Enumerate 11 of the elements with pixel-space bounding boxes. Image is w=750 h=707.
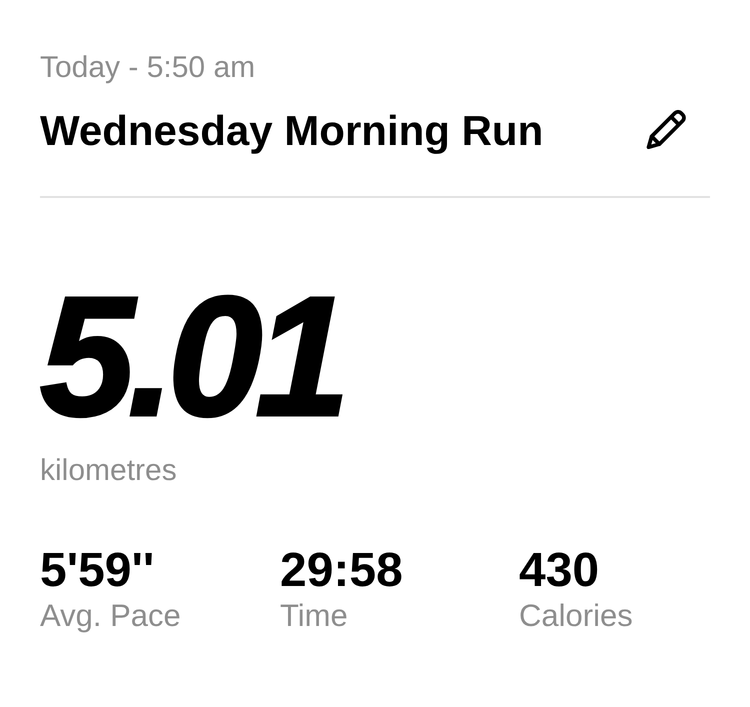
stat-label: Calories [519,598,633,634]
stat-value: 430 [519,543,600,599]
stat-label: Time [280,598,348,634]
distance-value: 5.01 [40,272,344,442]
distance-unit: kilometres [40,453,177,489]
activity-title: Wednesday Morning Run [40,106,544,156]
stat-value: 5'59'' [40,543,154,599]
activity-date: Today - 5:50 am [40,50,256,86]
stat-value: 29:58 [280,543,403,599]
stat-label: Avg. Pace [40,598,181,634]
pencil-icon[interactable] [645,110,688,148]
